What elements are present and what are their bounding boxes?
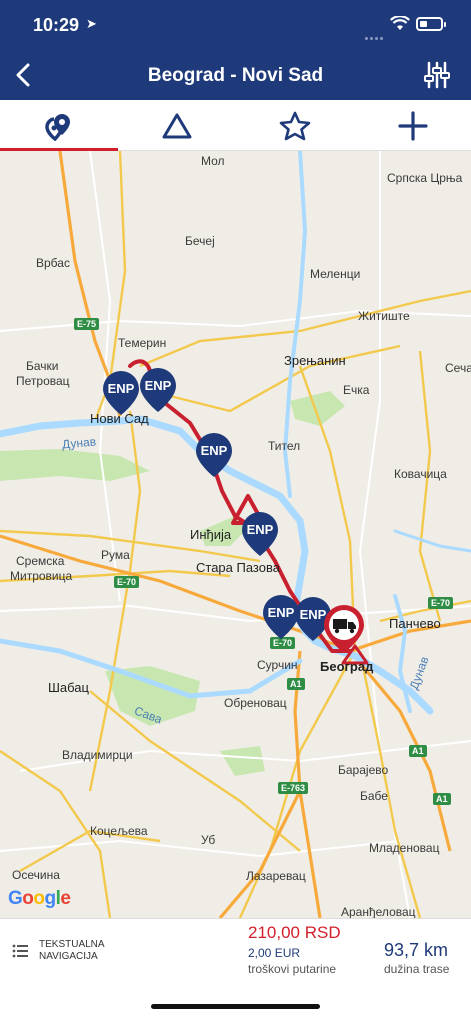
text-navigation-button[interactable]: TEKSTUALNA NAVIGACIJA [39, 939, 119, 963]
place-label: Аранђеловац [341, 905, 416, 918]
battery-icon [416, 17, 446, 31]
toll-station-pin[interactable]: ENP [194, 431, 234, 479]
place-label: Тител [268, 439, 301, 453]
pin-label: ENP [267, 605, 295, 620]
place-label: Мол [201, 154, 225, 168]
page-title: Beograd - Novi Sad [147, 65, 324, 86]
place-label: Стара Пазова [196, 560, 280, 575]
map-base [0, 151, 471, 918]
place-label: Београд [320, 659, 374, 674]
pin-label: ENP [246, 522, 274, 537]
location-arrow-icon: ➤ [86, 16, 97, 31]
toll-station-pin[interactable]: ENP [240, 510, 280, 558]
toll-cost-label: troškovi putarine [248, 962, 337, 976]
route-length-value: 93,7 km [384, 940, 449, 960]
google-logo: Google [8, 888, 71, 909]
place-label: Инђија [190, 527, 232, 542]
status-time: 10:29 [33, 15, 80, 35]
road-shield: E-763 [278, 782, 309, 794]
road-shield: A1 [409, 745, 427, 757]
place-label: Бечеј [185, 234, 215, 248]
place-label: Бабе [360, 789, 388, 803]
road-shield: A1 [433, 793, 451, 805]
road-shield: E-70 [428, 597, 454, 609]
place-label: Младеновац [369, 841, 440, 855]
place-label: Лазаревац [246, 869, 306, 883]
place-label: Митровица [10, 569, 73, 583]
place-label: Обреновац [224, 696, 287, 710]
status-bar: 10:29 ➤ [0, 0, 471, 50]
toll-cost-rsd: 210,00 RSD [248, 923, 341, 942]
warning-triangle-icon [162, 113, 192, 138]
pin-label: ENP [144, 378, 172, 393]
place-label: Рума [101, 548, 130, 562]
toll-station-pin[interactable]: ENP [101, 369, 141, 417]
tab-favorites[interactable] [236, 100, 354, 151]
tab-add[interactable] [354, 100, 471, 151]
place-label: Сурчин [257, 658, 298, 672]
filter-settings-button[interactable] [422, 59, 452, 91]
place-label: Српска Црња [387, 171, 463, 185]
road-shield: E-75 [74, 318, 100, 330]
toll-station-pin[interactable]: ENP [261, 593, 301, 641]
route-map[interactable]: Мол Српска Црња Бечеј Врбас Меленци Жити… [0, 151, 471, 918]
star-icon [279, 111, 311, 140]
river-label: Дунав [61, 434, 97, 452]
pin-label: ENP [107, 381, 135, 396]
place-label: Петровац [16, 374, 70, 388]
place-label: Ковачица [394, 467, 447, 481]
toll-station-pin[interactable]: ENP [138, 366, 178, 414]
home-indicator[interactable] [151, 1004, 320, 1009]
place-label: Владимирци [62, 748, 133, 762]
wifi-icon [390, 16, 410, 30]
road-shield: E-70 [114, 576, 140, 588]
tab-route-pins[interactable] [0, 100, 118, 151]
place-label: Житиште [358, 309, 410, 323]
place-label: Зрењанин [284, 353, 346, 368]
place-label: Коцељева [90, 824, 148, 838]
place-label: Меленци [310, 267, 361, 281]
list-icon[interactable] [12, 943, 28, 959]
tab-warnings[interactable] [118, 100, 236, 151]
truck-destination-pin[interactable] [322, 603, 366, 655]
plus-icon [398, 110, 428, 141]
place-label: Барајево [338, 763, 389, 777]
place-label: Осечина [12, 868, 60, 882]
map-pins-icon [45, 113, 70, 141]
place-label: Панчево [389, 616, 441, 631]
place-label: Уб [201, 833, 216, 847]
pin-label: ENP [200, 443, 228, 458]
tab-bar [0, 100, 471, 151]
place-label: Сремска [16, 554, 65, 568]
place-label: Бачки [26, 359, 59, 373]
nav-bar: Beograd - Novi Sad [0, 50, 471, 100]
road-shield: A1 [287, 678, 305, 690]
route-length-label: dužina trase [384, 962, 450, 976]
place-label: Врбас [36, 256, 70, 270]
place-label: Ечка [343, 383, 370, 397]
place-label: Шабац [48, 680, 89, 695]
cellular-signal-icon [365, 27, 385, 45]
place-label: Сечањ [445, 361, 471, 375]
place-label: Темерин [118, 336, 167, 350]
toll-cost-eur: 2,00 EUR [248, 946, 301, 960]
